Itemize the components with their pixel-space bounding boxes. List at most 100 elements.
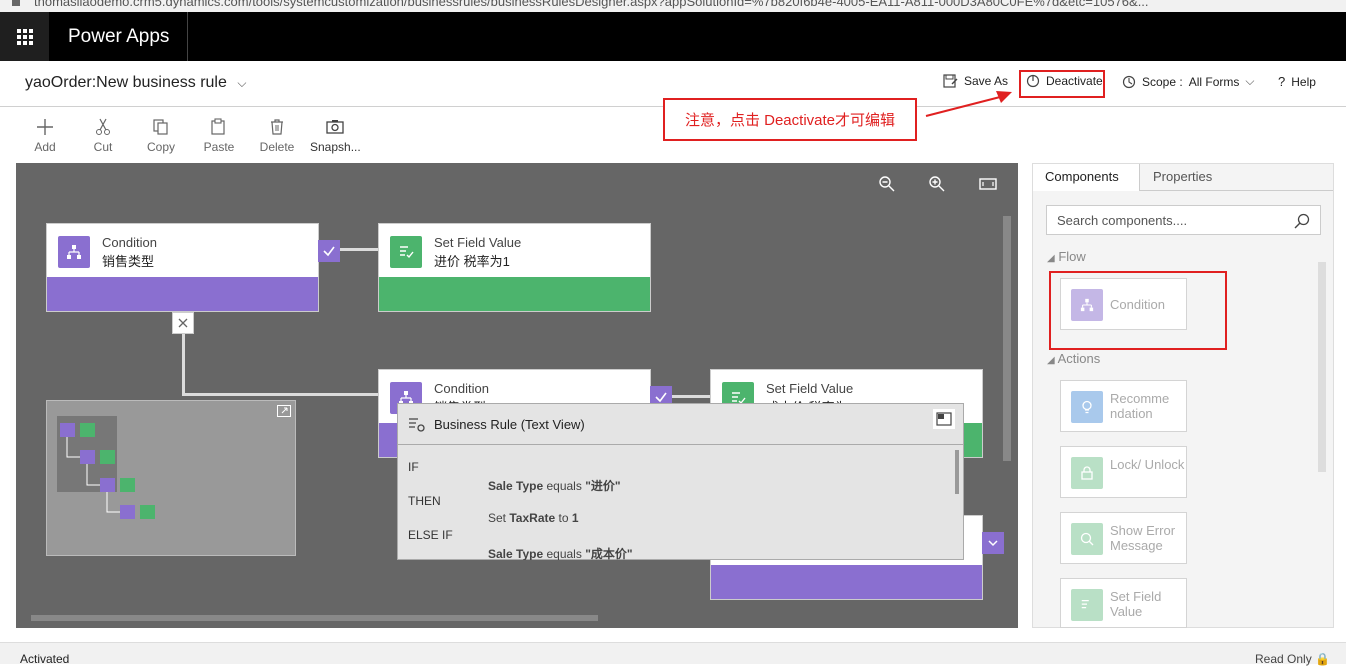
action-bar: [379, 277, 650, 311]
condition-icon: [58, 236, 90, 268]
rule-title[interactable]: yaoOrder:New business rule ⌵: [25, 74, 246, 92]
add-button[interactable]: Add: [20, 118, 70, 154]
canvas-horizontal-scrollbar[interactable]: [31, 615, 598, 621]
cut-label: Cut: [93, 140, 113, 154]
component-label: Set Field Value: [1110, 589, 1162, 619]
set-field-value-icon: [1071, 589, 1103, 621]
rule-canvas[interactable]: Condition 销售类型 Set Field Value 进价 税率为1 C…: [16, 163, 1018, 628]
clipboard-icon: [211, 118, 225, 135]
node-type: Set Field Value: [434, 235, 522, 250]
value: "成本价": [585, 547, 633, 560]
value: "进价": [585, 479, 621, 493]
tab-properties[interactable]: Properties: [1141, 164, 1224, 191]
paste-label: Paste: [203, 140, 235, 154]
scope-icon: [1122, 75, 1136, 88]
field-name: Sale Type: [488, 479, 544, 493]
keyword-then: THEN: [408, 494, 441, 508]
panel-tabs: Components Properties: [1033, 164, 1333, 191]
actions-section-label: Actions: [1057, 351, 1101, 366]
expand-icon[interactable]: [933, 409, 955, 429]
field-name: Sale Type: [488, 547, 544, 560]
copy-button[interactable]: Copy: [136, 118, 186, 154]
scissors-icon: [96, 118, 110, 135]
zoom-out-icon[interactable]: [878, 175, 896, 198]
help-button[interactable]: ? Help: [1278, 74, 1316, 89]
panel-scrollbar[interactable]: [1318, 262, 1326, 472]
component-lock-unlock[interactable]: Lock/ Unlock: [1060, 446, 1187, 498]
text-view-body: IF Sale Type equals "进价" THEN Set TaxRat…: [398, 450, 963, 560]
node-type: Set Field Value: [766, 381, 854, 396]
plus-icon: [37, 119, 53, 135]
chevron-down-icon[interactable]: [982, 532, 1004, 554]
condition-bar: [711, 565, 982, 599]
url-text[interactable]: thomasliaodemo.crm5.dynamics.com/tools/s…: [34, 0, 1149, 9]
waffle-menu-icon[interactable]: [0, 12, 49, 61]
browser-url-bar[interactable]: thomasliaodemo.crm5.dynamics.com/tools/s…: [0, 0, 1346, 12]
chevron-down-icon[interactable]: ⌵: [237, 76, 246, 90]
collapse-triangle-icon: ◢: [1047, 253, 1055, 264]
value: 1: [571, 511, 579, 525]
node-type: Condition: [434, 381, 489, 396]
canvas-vertical-scrollbar[interactable]: [1003, 216, 1011, 461]
minimap[interactable]: [46, 400, 296, 556]
delete-label: Delete: [259, 140, 295, 154]
app-name[interactable]: Power Apps: [68, 26, 169, 48]
cut-button[interactable]: Cut: [78, 118, 128, 154]
search-placeholder: Search components....: [1057, 213, 1188, 228]
search-components-input[interactable]: Search components....: [1046, 205, 1321, 235]
designer-toolbar: Add Cut Copy Paste Delete Snapsh...: [0, 108, 1346, 163]
node-type: Condition: [102, 235, 157, 250]
lightbulb-icon: [1071, 391, 1103, 423]
component-recommendation[interactable]: Recomme ndation: [1060, 380, 1187, 432]
components-panel: Components Properties Search components.…: [1032, 163, 1334, 628]
snapshot-label: Snapsh...: [310, 140, 361, 154]
set-field-value-icon: [390, 236, 422, 268]
help-label: Help: [1291, 74, 1316, 89]
field-name: TaxRate: [509, 511, 556, 525]
fit-to-screen-icon[interactable]: [979, 175, 997, 198]
snapshot-button[interactable]: Snapsh...: [310, 118, 361, 154]
save-as-button[interactable]: Save As: [943, 74, 1008, 88]
keyword-if: IF: [408, 460, 419, 474]
app-bar-divider: [187, 12, 188, 61]
copy-icon: [153, 119, 168, 135]
checkmark-icon: [318, 240, 340, 262]
component-set-field-value[interactable]: Set Field Value: [1060, 578, 1187, 628]
text-view-scrollbar[interactable]: [955, 450, 959, 494]
tab-components[interactable]: Components: [1033, 164, 1140, 191]
actions-section-header[interactable]: ◢ Actions: [1047, 351, 1100, 366]
component-label: Lock/ Unlock: [1110, 457, 1185, 472]
operator: to: [558, 511, 569, 525]
copy-label: Copy: [146, 140, 175, 154]
connector-line: [182, 393, 380, 396]
text-view-title: Business Rule (Text View): [434, 417, 585, 432]
minimap-connectors: [66, 437, 120, 513]
component-show-error-message[interactable]: Show Error Message: [1060, 512, 1187, 564]
scope-dropdown[interactable]: Scope : All Forms ⌵: [1122, 74, 1254, 89]
deactivate-highlight-box: [1019, 70, 1105, 98]
set-field-value-node[interactable]: Set Field Value 进价 税率为1: [378, 223, 651, 312]
collapse-triangle-icon: ◢: [1047, 355, 1055, 366]
component-label: Show Error Message: [1110, 523, 1176, 553]
camera-icon: [326, 120, 344, 134]
zoom-in-icon[interactable]: [928, 175, 946, 198]
condition-line: Sale Type equals "进价": [488, 477, 621, 494]
text-view-panel[interactable]: Business Rule (Text View) IF Sale Type e…: [397, 403, 964, 560]
paste-button[interactable]: Paste: [194, 118, 244, 154]
app-bar: Power Apps: [0, 12, 1346, 61]
delete-button[interactable]: Delete: [252, 118, 302, 154]
condition-bar: [47, 277, 318, 311]
condition-node[interactable]: Condition 销售类型: [46, 223, 319, 312]
node-detail: 销售类型: [102, 254, 155, 269]
action-prefix: Set: [488, 511, 507, 525]
text-view-icon: [409, 418, 425, 432]
scope-value: All Forms: [1188, 74, 1240, 89]
flow-section-header[interactable]: ◢ Flow: [1047, 249, 1086, 264]
status-bar: Activated Read Only 🔒: [0, 642, 1346, 666]
rule-title-text: yaoOrder:New business rule: [25, 74, 227, 91]
close-icon[interactable]: [172, 312, 194, 334]
condition-highlight-box: [1049, 271, 1227, 350]
help-icon: ?: [1278, 74, 1286, 89]
chevron-down-icon: ⌵: [1245, 74, 1255, 88]
search-icon[interactable]: [1294, 213, 1310, 229]
